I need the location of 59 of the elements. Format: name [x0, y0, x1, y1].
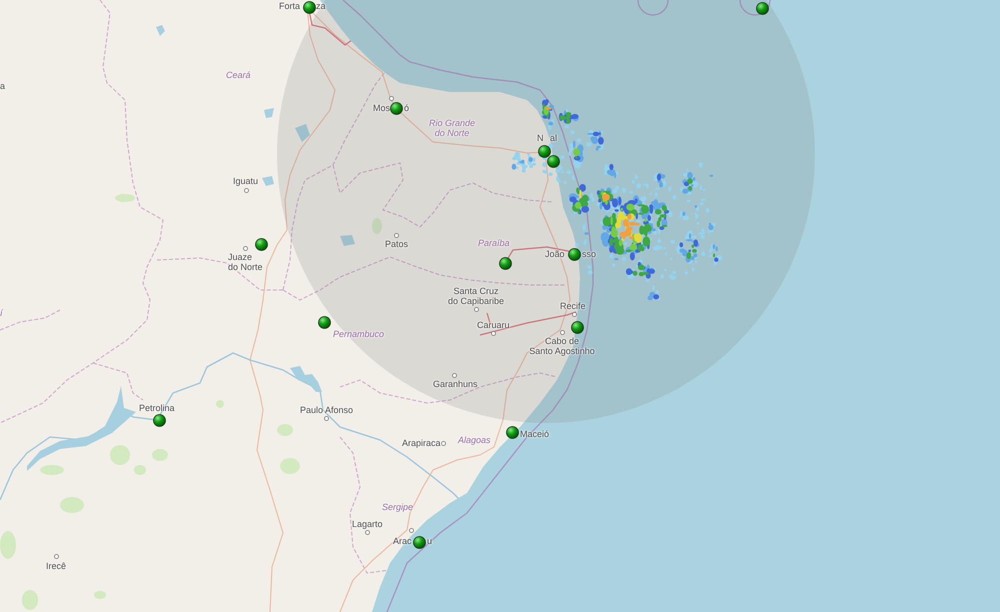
state-label: Rio Grande do Norte — [428, 118, 476, 138]
city-label: Forta — [279, 1, 300, 11]
city-label: Petrolina — [139, 403, 175, 413]
map-marker-icon[interactable] — [571, 321, 584, 334]
city-label: Arapiraca — [402, 438, 441, 448]
town-dot-icon — [572, 312, 577, 317]
city-label: sso — [582, 249, 596, 259]
town-dot-icon — [389, 96, 394, 101]
city-label: za — [316, 1, 326, 11]
city-label: al — [550, 133, 558, 143]
town-dot-icon — [474, 307, 479, 312]
town-dot-icon — [243, 246, 248, 251]
city-label: Cabo de Santo Agostinho — [528, 336, 596, 356]
city-label: Caruaru — [477, 320, 510, 330]
state-label: Paraíba — [478, 238, 510, 248]
town-dot-icon — [244, 188, 249, 193]
map-marker-icon[interactable] — [318, 316, 331, 329]
city-label: Santa Cruz do Capibaribe — [446, 286, 506, 306]
map-marker-icon[interactable] — [756, 2, 769, 15]
city-label: Iguatu — [233, 176, 258, 186]
city-label: Maceió — [520, 429, 550, 439]
map-marker-icon[interactable] — [506, 426, 519, 439]
town-dot-icon — [409, 528, 414, 533]
city-label: Juaze do Norte — [228, 252, 263, 272]
town-dot-icon — [324, 416, 329, 421]
map-marker-icon[interactable] — [538, 145, 551, 158]
town-dot-icon — [452, 373, 457, 378]
city-label: Patos — [385, 239, 408, 249]
city-label: Mos — [373, 103, 390, 113]
city-label: ó — [404, 103, 410, 113]
city-label: Arac — [393, 536, 412, 546]
city-label: João — [545, 249, 565, 259]
town-dot-icon — [560, 330, 565, 335]
town-dot-icon — [394, 233, 399, 238]
state-label: í — [0, 308, 3, 318]
map-marker-icon[interactable] — [153, 414, 166, 427]
city-label: Garanhuns — [433, 379, 478, 389]
town-dot-icon — [365, 530, 370, 535]
map-marker-icon[interactable] — [390, 102, 403, 115]
city-label: Recife — [560, 301, 586, 311]
state-label: Pernambuco — [333, 329, 384, 339]
map-marker-icon[interactable] — [547, 155, 560, 168]
state-label: Ceará — [226, 70, 251, 80]
map-marker-icon[interactable] — [255, 238, 268, 251]
city-label: Paulo Afonso — [300, 405, 354, 415]
map-marker-icon[interactable] — [568, 248, 581, 261]
map-marker-icon[interactable] — [499, 257, 512, 270]
city-label: u — [427, 536, 432, 546]
city-label: Lagarto — [352, 519, 383, 529]
city-label: a — [0, 81, 6, 91]
city-label: Irecê — [46, 561, 66, 571]
state-label: Sergipe — [382, 502, 414, 512]
town-dot-icon — [491, 331, 496, 336]
state-label: Alagoas — [458, 435, 491, 445]
town-dot-icon — [441, 441, 446, 446]
town-dot-icon — [54, 554, 59, 559]
map-marker-icon[interactable] — [303, 1, 316, 14]
city-label: N — [537, 133, 544, 143]
map-marker-icon[interactable] — [413, 536, 426, 549]
